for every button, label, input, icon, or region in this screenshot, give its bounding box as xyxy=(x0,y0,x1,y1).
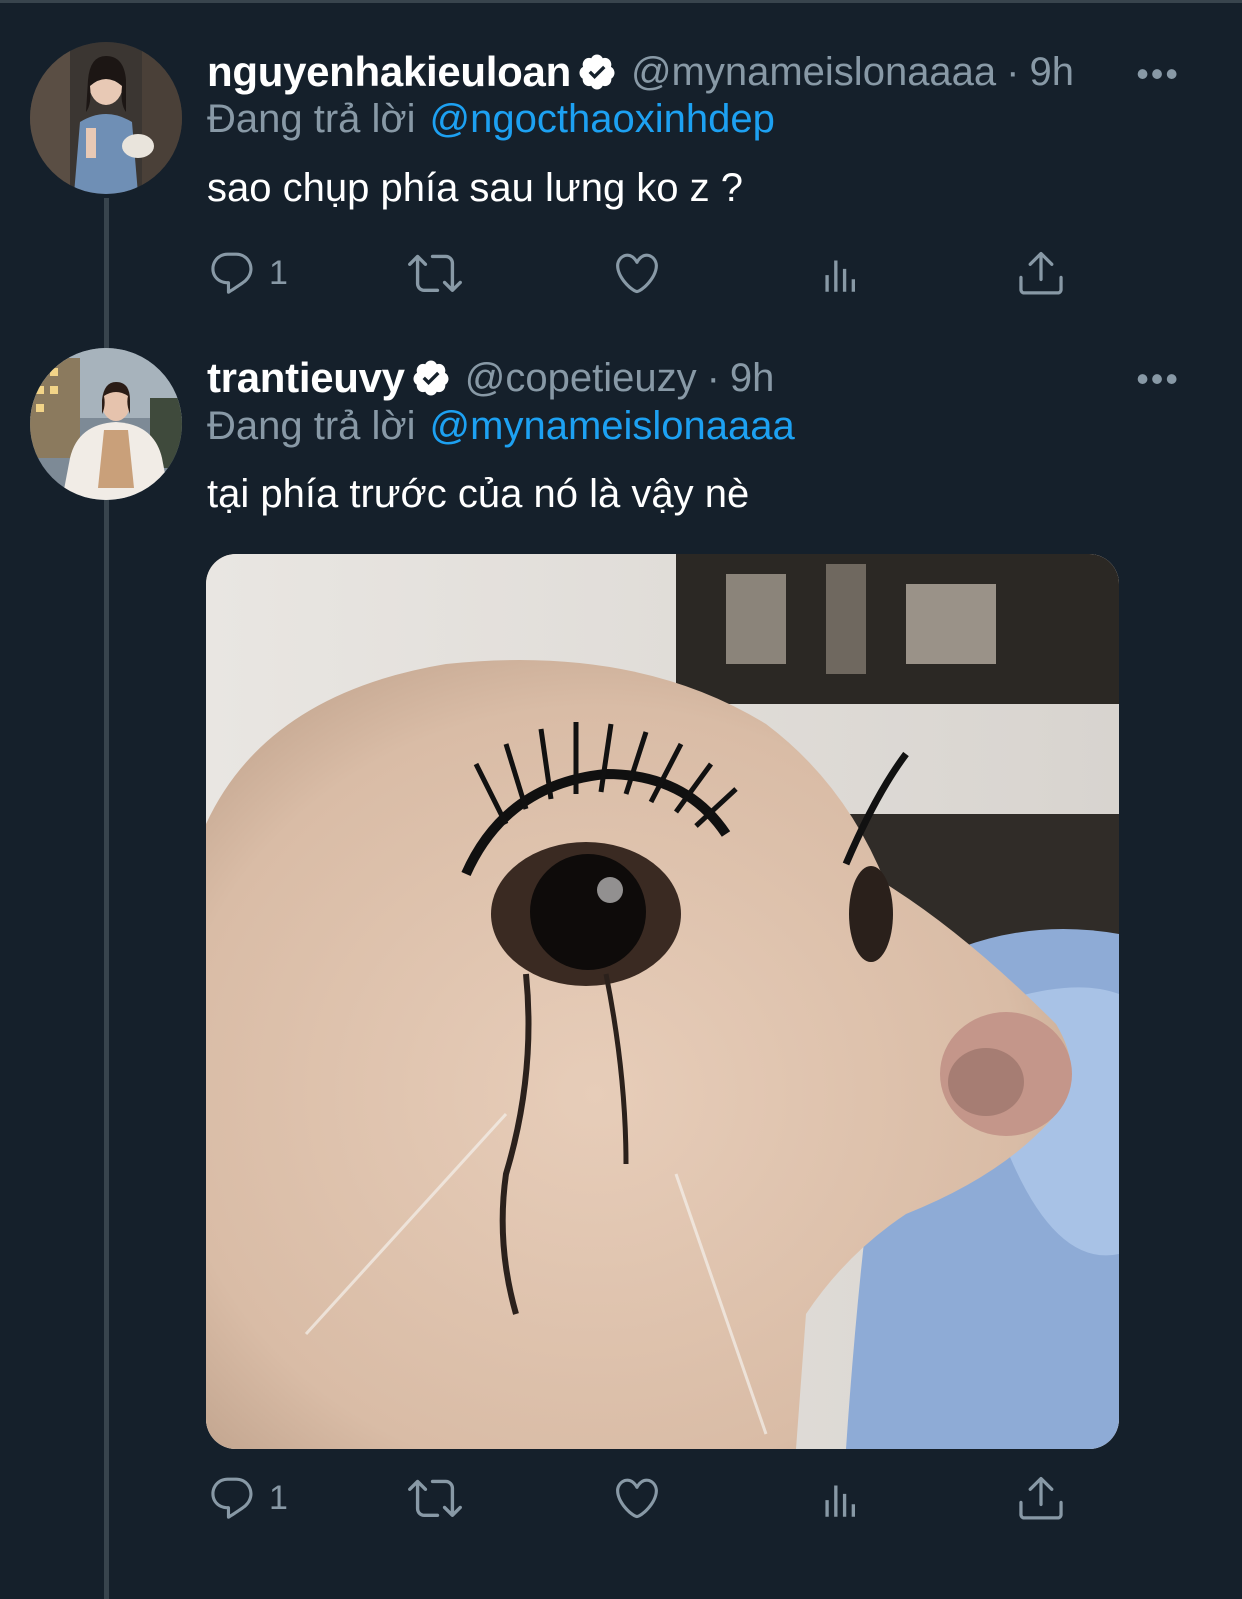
action-bar: 1 xyxy=(207,1468,1067,1528)
mention-link[interactable]: @ngocthaoxinhdep xyxy=(430,97,775,141)
user-handle[interactable]: @mynameislonaaaa xyxy=(631,50,996,95)
reply-button[interactable]: 1 xyxy=(207,1468,288,1528)
top-divider xyxy=(0,0,1242,3)
more-icon[interactable]: ••• xyxy=(1136,361,1180,397)
reply-count: 1 xyxy=(269,253,288,292)
analytics-button[interactable] xyxy=(815,243,865,303)
share-button[interactable] xyxy=(1015,1468,1067,1528)
mention-link[interactable]: @mynameislonaaaa xyxy=(430,404,795,448)
share-icon xyxy=(1019,251,1063,295)
timestamp[interactable]: 9h xyxy=(730,356,775,401)
like-icon xyxy=(616,1478,658,1519)
replying-prefix: Đang trả lời xyxy=(207,404,416,448)
analytics-button[interactable] xyxy=(815,1468,865,1528)
reply-icon xyxy=(211,1477,253,1519)
analytics-icon xyxy=(825,260,855,292)
share-button[interactable] xyxy=(1015,243,1067,303)
retweet-button[interactable] xyxy=(408,1468,462,1528)
retweet-icon xyxy=(408,254,462,293)
tweet-header: nguyenhakieuloan @mynameislonaaaa · 9h xyxy=(207,44,1074,100)
verified-icon xyxy=(411,358,451,398)
separator-dot: · xyxy=(706,355,720,400)
replying-to: Đang trả lời @ngocthaoxinhdep xyxy=(207,97,775,142)
tweet-text: sao chụp phía sau lưng ko z ? xyxy=(207,166,744,210)
display-name[interactable]: nguyenhakieuloan xyxy=(207,48,571,96)
reply-icon xyxy=(211,252,253,294)
timestamp[interactable]: 9h xyxy=(1030,50,1075,95)
tweet-text: tại phía trước của nó là vậy nè xyxy=(207,472,750,516)
tweet-header: trantieuvy @copetieuzy · 9h xyxy=(207,350,774,406)
avatar[interactable] xyxy=(30,348,182,500)
analytics-icon xyxy=(825,1485,855,1517)
separator-dot: · xyxy=(1006,49,1020,94)
verified-icon xyxy=(577,52,617,92)
action-bar: 1 xyxy=(207,243,1067,303)
retweet-button[interactable] xyxy=(408,243,462,303)
replying-prefix: Đang trả lời xyxy=(207,97,416,141)
tweet-media-image[interactable] xyxy=(206,554,1119,1449)
reply-count: 1 xyxy=(269,1478,288,1517)
like-button[interactable] xyxy=(612,1468,662,1528)
retweet-icon xyxy=(408,1479,462,1518)
display-name[interactable]: trantieuvy xyxy=(207,354,405,402)
replying-to: Đang trả lời @mynameislonaaaa xyxy=(207,404,795,449)
like-button[interactable] xyxy=(612,243,662,303)
avatar[interactable] xyxy=(30,42,182,194)
like-icon xyxy=(616,253,658,294)
dog-photo xyxy=(206,554,1119,1449)
more-icon[interactable]: ••• xyxy=(1136,56,1180,92)
reply-button[interactable]: 1 xyxy=(207,243,288,303)
share-icon xyxy=(1019,1476,1063,1520)
user-handle[interactable]: @copetieuzy xyxy=(465,356,697,401)
